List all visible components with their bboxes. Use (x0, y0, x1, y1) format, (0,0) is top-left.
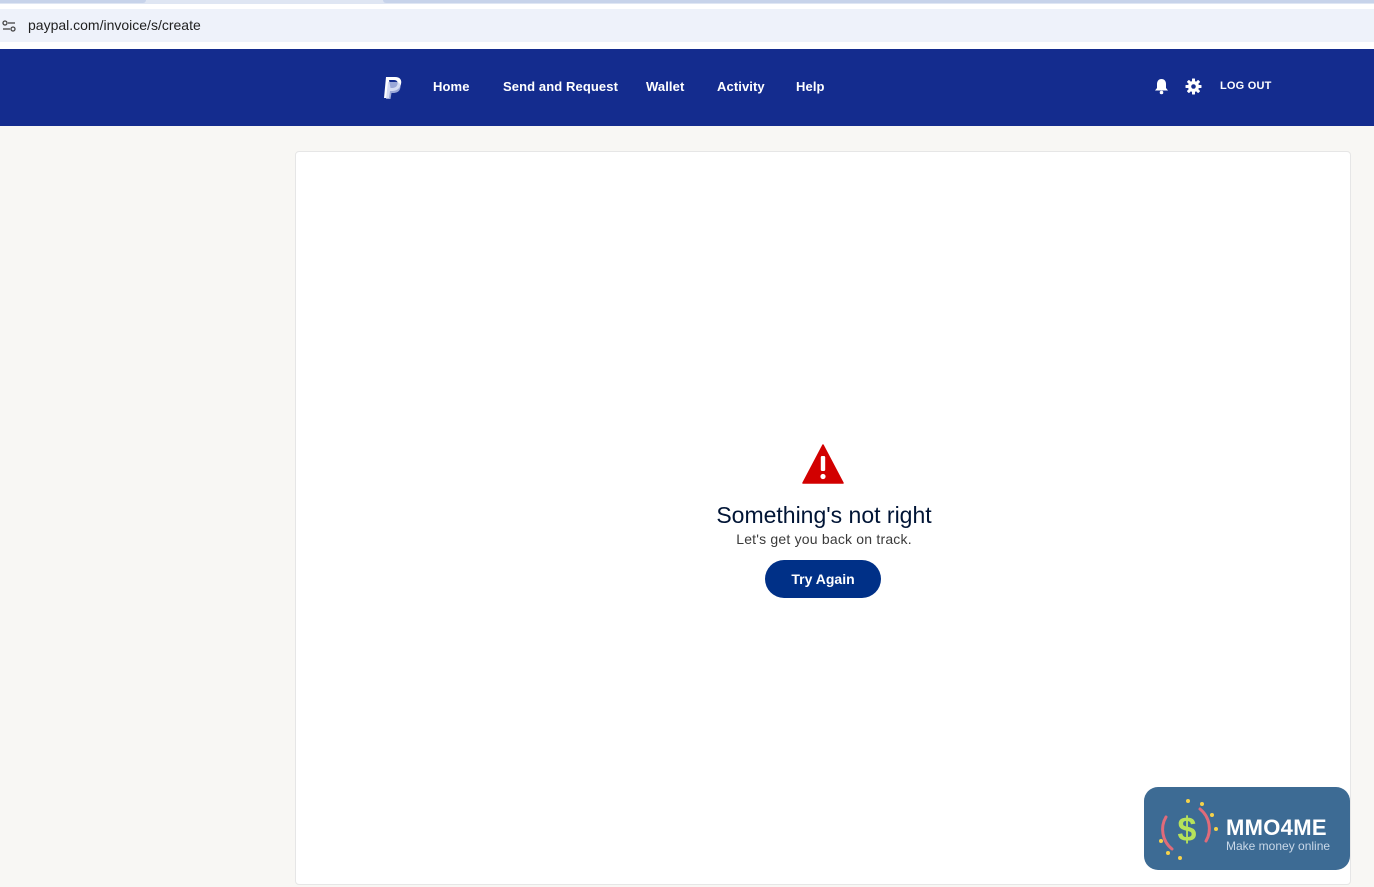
error-title: Something's not right (716, 502, 932, 528)
address-bar[interactable]: paypal.com/invoice/s/create (0, 9, 1374, 42)
warning-triangle-icon (802, 444, 844, 484)
error-subtitle: Let's get you back on track. (736, 531, 912, 547)
tab[interactable] (383, 0, 1374, 3)
watermark-title: MMO4ME (1226, 815, 1327, 840)
tab[interactable] (0, 0, 146, 3)
svg-text:$: $ (1178, 811, 1197, 849)
nav-activity[interactable]: Activity (717, 79, 765, 94)
content-card: Something's not right Let's get you back… (295, 151, 1351, 885)
site-settings-icon[interactable] (2, 19, 16, 33)
nav-wallet[interactable]: Wallet (646, 79, 684, 94)
nav-help[interactable]: Help (796, 79, 825, 94)
browser-toolbar: paypal.com/invoice/s/create (0, 0, 1374, 49)
nav-home[interactable]: Home (433, 79, 470, 94)
nav-send-and-request[interactable]: Send and Request (503, 79, 618, 94)
bell-icon[interactable] (1154, 78, 1169, 95)
logout-button[interactable]: LOG OUT (1220, 80, 1272, 92)
watermark-badge: $ MMO4ME Make money online (1144, 787, 1350, 870)
tab-strip (0, 0, 1374, 4)
dollar-coin-icon: $ (1159, 799, 1218, 860)
watermark-subtitle: Make money online (1226, 839, 1331, 853)
paypal-logo-icon[interactable] (381, 76, 403, 100)
paypal-header: Home Send and Request Wallet Activity He… (0, 49, 1374, 126)
try-again-button[interactable]: Try Again (765, 560, 881, 598)
url-text[interactable]: paypal.com/invoice/s/create (28, 17, 201, 33)
gear-icon[interactable] (1185, 78, 1202, 95)
